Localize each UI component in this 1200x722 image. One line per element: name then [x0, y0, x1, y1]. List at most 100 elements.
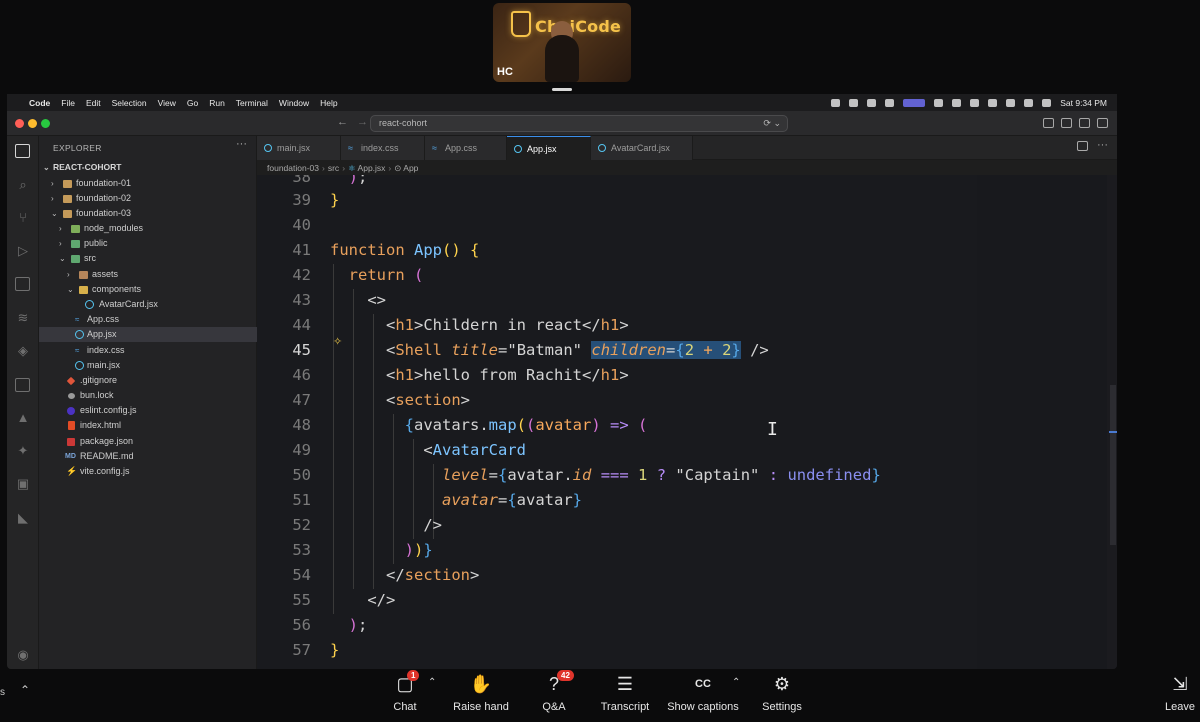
tool-icon[interactable]: ◣	[15, 511, 31, 525]
transcript-label: Transcript	[600, 701, 650, 713]
tree-item-foundation-03[interactable]: ⌄ foundation-03	[39, 206, 257, 221]
tree-item-gitignore[interactable]: .gitignore	[39, 373, 257, 388]
tree-item-vite-config[interactable]: ⚡ vite.config.js	[39, 464, 257, 479]
tree-item-index-css[interactable]: ≈ index.css	[39, 343, 257, 358]
menu-run[interactable]: Run	[209, 98, 225, 108]
tree-item-components[interactable]: ⌄ components	[39, 282, 257, 297]
bluetooth-icon[interactable]	[1006, 98, 1016, 107]
python-icon[interactable]: ✦	[15, 444, 31, 458]
status-icon-7[interactable]	[970, 98, 980, 107]
code-line-54: </section>	[330, 566, 480, 584]
tree-item-src[interactable]: ⌄ src	[39, 251, 257, 266]
back-arrow-icon[interactable]: ←	[337, 116, 348, 128]
tab-index-css[interactable]: ≈ index.css	[341, 136, 425, 160]
raise-hand-button[interactable]: ✋ Raise hand	[441, 673, 521, 713]
tree-item-main-jsx[interactable]: main.jsx	[39, 358, 257, 373]
participant-video-tile[interactable]: ChaiCode HC	[493, 3, 631, 82]
scrollbar-thumb[interactable]	[1110, 385, 1116, 545]
chat-options-caret-icon[interactable]: ⌃	[428, 677, 436, 688]
captions-options-caret-icon[interactable]: ⌃	[732, 677, 740, 688]
status-icon-5[interactable]	[934, 98, 944, 107]
command-center-search[interactable]: react-cohort ⟳ ⌄	[370, 115, 788, 132]
toggle-panel-icon[interactable]	[1079, 118, 1090, 128]
tree-item-readme[interactable]: MD README.md	[39, 449, 257, 464]
toggle-secondary-sidebar-icon[interactable]	[1097, 118, 1108, 128]
tree-item-bun-lock[interactable]: bun.lock	[39, 388, 257, 403]
minimize-window-button[interactable]	[28, 119, 37, 128]
react-icon	[514, 145, 522, 153]
breadcrumb-item[interactable]: App.jsx	[358, 163, 386, 173]
menu-go[interactable]: Go	[187, 98, 198, 108]
extensions-icon[interactable]	[15, 277, 30, 291]
zoom-window-button[interactable]	[41, 119, 50, 128]
toggle-sidebar-icon[interactable]	[1061, 118, 1072, 128]
editor-more-icon[interactable]: ···	[1097, 139, 1108, 151]
package-icon[interactable]: ▣	[15, 477, 31, 491]
source-control-icon[interactable]: ⑂	[15, 211, 31, 225]
line-number: 44	[292, 316, 311, 334]
tree-item-eslint-config[interactable]: eslint.config.js	[39, 403, 257, 418]
breadcrumb-item[interactable]: App	[403, 163, 418, 173]
tab-main-jsx[interactable]: main.jsx	[257, 136, 341, 160]
qa-button[interactable]: ? Q&A	[514, 673, 594, 713]
menu-file[interactable]: File	[61, 98, 75, 108]
tree-item-public[interactable]: › public	[39, 236, 257, 251]
video-tile-drag-handle[interactable]	[552, 88, 572, 91]
settings-button[interactable]: ⚙ Settings	[742, 673, 822, 713]
menu-window[interactable]: Window	[279, 98, 309, 108]
account-icon[interactable]: ◉	[15, 648, 31, 662]
close-window-button[interactable]	[15, 119, 24, 128]
customize-layout-icon[interactable]	[1043, 118, 1054, 128]
tree-item-app-jsx[interactable]: App.jsx	[39, 327, 257, 342]
tree-item-assets[interactable]: › assets	[39, 267, 257, 282]
image-preview-icon[interactable]	[15, 378, 30, 392]
menu-terminal[interactable]: Terminal	[236, 98, 268, 108]
tree-item-foundation-02[interactable]: › foundation-02	[39, 191, 257, 206]
drop-icon[interactable]: ▲	[15, 411, 31, 425]
tab-avatarcard-jsx[interactable]: AvatarCard.jsx	[591, 136, 693, 160]
split-editor-icon[interactable]	[1077, 141, 1088, 151]
show-captions-button[interactable]: CC Show captions	[663, 673, 743, 713]
chevron-up-icon[interactable]: ⌃	[20, 683, 30, 697]
minimap[interactable]	[977, 175, 1117, 669]
tree-item-avatarcard-jsx[interactable]: AvatarCard.jsx	[39, 297, 257, 312]
breadcrumb-item[interactable]: src	[328, 163, 339, 173]
menu-edit[interactable]: Edit	[86, 98, 101, 108]
database-icon[interactable]: ≋	[15, 311, 31, 325]
status-icon-2[interactable]	[849, 98, 859, 107]
leave-button[interactable]: ⇲ Leave	[1160, 673, 1200, 713]
status-icon-4[interactable]	[885, 98, 895, 107]
tree-item-index-html[interactable]: index.html	[39, 418, 257, 433]
status-icon-1[interactable]	[831, 98, 841, 107]
tab-app-jsx[interactable]: App.jsx	[507, 136, 591, 160]
tree-item-node-modules[interactable]: › node_modules	[39, 221, 257, 236]
run-debug-icon[interactable]: ▷	[15, 244, 31, 258]
status-icon-6[interactable]	[952, 98, 962, 107]
menu-app-name[interactable]: Code	[29, 98, 50, 108]
battery-icon[interactable]	[988, 98, 998, 107]
transcript-button[interactable]: ☰ Transcript	[585, 673, 665, 713]
tree-root-folder[interactable]: ⌄ REACT-COHORT	[39, 160, 257, 175]
react-icon	[264, 144, 272, 152]
tree-item-package-json[interactable]: package.json	[39, 434, 257, 449]
menu-clock[interactable]: Sat 9:34 PM	[1060, 98, 1107, 108]
forward-arrow-icon[interactable]: →	[357, 116, 368, 128]
menu-help[interactable]: Help	[320, 98, 337, 108]
code-editor[interactable]: 38 39 40 41 42 43 44 45 46 47 48 49 50 51 52 53 54 55 56 57…	[257, 175, 1117, 669]
tab-app-css[interactable]: ≈ App.css	[425, 136, 507, 160]
tree-item-foundation-01[interactable]: › foundation-01	[39, 176, 257, 191]
breadcrumb-item[interactable]: foundation-03	[267, 163, 319, 173]
wifi-icon[interactable]	[1024, 98, 1034, 107]
search-icon[interactable]: ⌕	[15, 178, 31, 192]
tree-item-app-css[interactable]: ≈ App.css	[39, 312, 257, 327]
explorer-icon[interactable]	[15, 144, 30, 158]
menu-view[interactable]: View	[158, 98, 176, 108]
copilot-icon[interactable]: ⟳ ⌄	[763, 116, 781, 131]
layers-icon[interactable]: ◈	[15, 344, 31, 358]
control-center-icon[interactable]	[1042, 98, 1052, 107]
status-icon-3[interactable]	[867, 98, 877, 107]
lightbulb-icon[interactable]: ✧	[333, 335, 342, 348]
explorer-more-icon[interactable]: ···	[236, 138, 247, 150]
screen-share-icon[interactable]	[903, 98, 926, 107]
menu-selection[interactable]: Selection	[112, 98, 147, 108]
